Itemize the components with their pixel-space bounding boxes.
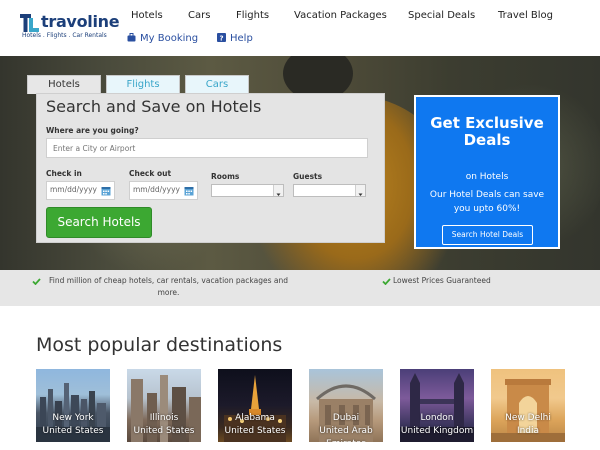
calendar-icon xyxy=(101,187,111,196)
deals-text: Our Hotel Deals can save you upto 60%! xyxy=(429,190,545,214)
search-hotel-deals-button[interactable]: Search Hotel Deals xyxy=(442,225,533,245)
feature-item: Lowest Prices Guaranteed xyxy=(382,275,532,287)
destination-card-illinois[interactable]: Illinois United States xyxy=(127,369,201,442)
destination-country: United States xyxy=(224,426,286,436)
destination-caption: London United Kingdom xyxy=(400,412,474,438)
briefcase-icon xyxy=(127,33,136,42)
destination-input[interactable] xyxy=(46,138,368,158)
nav-hotels[interactable]: Hotels xyxy=(131,10,163,24)
logo-name: travoline xyxy=(41,12,120,31)
search-hotels-button[interactable]: Search Hotels xyxy=(46,207,152,238)
rooms-label: Rooms xyxy=(211,172,240,181)
destination-city: London xyxy=(420,413,454,423)
guests-select[interactable] xyxy=(293,184,366,197)
nav-my-booking-label: My Booking xyxy=(140,33,199,44)
checkout-date-input[interactable]: mm/dd/yyyy xyxy=(129,181,198,200)
feature-item: Find million of cheap hotels, car rental… xyxy=(32,275,294,299)
destination-card-london[interactable]: London United Kingdom xyxy=(400,369,474,442)
tab-flights[interactable]: Flights xyxy=(106,75,180,94)
destination-caption: New Delhi India xyxy=(491,412,565,438)
logo-mark-icon xyxy=(20,14,39,32)
destination-country: India xyxy=(516,426,540,436)
destination-country: United Kingdom xyxy=(400,426,474,436)
tab-cars[interactable]: Cars xyxy=(185,75,249,94)
nav-cars[interactable]: Cars xyxy=(188,10,210,24)
exclusive-deals-panel: Get Exclusive Deals on Hotels Our Hotel … xyxy=(414,95,560,249)
destination-caption: Dubai United Arab Emirates xyxy=(309,412,383,442)
checkmark-icon xyxy=(32,278,41,285)
rooms-select[interactable] xyxy=(211,184,284,197)
destination-card-new-delhi[interactable]: New Delhi India xyxy=(491,369,565,442)
chevron-down-icon xyxy=(273,185,283,196)
nav-my-booking[interactable]: My Booking xyxy=(127,33,198,47)
logo-tagline: Hotels . Flights . Car Rentals xyxy=(22,32,107,39)
calendar-icon xyxy=(184,187,194,196)
nav-help[interactable]: ? Help xyxy=(217,33,253,47)
guests-label: Guests xyxy=(293,172,323,181)
destination-city: New York xyxy=(52,413,94,423)
hotel-search-form: Search and Save on Hotels Where are you … xyxy=(36,93,385,243)
section-title: Most popular destinations xyxy=(36,334,283,356)
feature-text: Find million of cheap hotels, car rental… xyxy=(49,276,288,297)
checkin-date-input[interactable]: mm/dd/yyyy xyxy=(46,181,115,200)
destination-card-alabama[interactable]: Alabama United States xyxy=(218,369,292,442)
features-strip: Find million of cheap hotels, car rental… xyxy=(0,270,600,306)
nav-vacation-packages[interactable]: Vacation Packages xyxy=(294,10,387,24)
help-icon: ? xyxy=(217,33,226,42)
site-header: travoline Hotels . Flights . Car Rentals… xyxy=(0,0,600,56)
search-title: Search and Save on Hotels xyxy=(46,97,262,116)
destination-label: Where are you going? xyxy=(46,126,139,135)
destination-country: United Arab Emirates xyxy=(319,426,373,442)
tab-hotels[interactable]: Hotels xyxy=(27,75,101,94)
destination-city: Alabama xyxy=(235,413,275,423)
destination-city: Dubai xyxy=(332,413,360,423)
svg-text:?: ? xyxy=(219,34,223,42)
destination-city: Illinois xyxy=(149,413,179,423)
logo[interactable]: travoline Hotels . Flights . Car Rentals xyxy=(20,12,120,42)
checkin-label: Check in xyxy=(46,169,82,178)
checkmark-icon xyxy=(382,278,391,285)
destination-country: United States xyxy=(133,426,195,436)
feature-text: Lowest Prices Guaranteed xyxy=(393,276,491,285)
destination-city: New Delhi xyxy=(505,413,551,423)
destination-card-new-york[interactable]: New York United States xyxy=(36,369,110,442)
deals-title: Get Exclusive Deals xyxy=(430,114,544,149)
nav-flights[interactable]: Flights xyxy=(236,10,269,24)
checkin-date-placeholder: mm/dd/yyyy xyxy=(50,185,97,194)
checkout-label: Check out xyxy=(129,169,172,178)
checkout-date-placeholder: mm/dd/yyyy xyxy=(133,185,180,194)
nav-special-deals[interactable]: Special Deals xyxy=(408,10,475,24)
chevron-down-icon xyxy=(355,185,365,196)
nav-help-label: Help xyxy=(230,33,253,44)
deals-subtitle: on Hotels xyxy=(465,172,509,182)
nav-travel-blog[interactable]: Travel Blog xyxy=(498,10,553,24)
destination-caption: Alabama United States xyxy=(218,412,292,438)
destination-caption: Illinois United States xyxy=(127,412,201,438)
destination-caption: New York United States xyxy=(36,412,110,438)
destination-card-dubai[interactable]: Dubai United Arab Emirates xyxy=(309,369,383,442)
destination-country: United States xyxy=(42,426,104,436)
